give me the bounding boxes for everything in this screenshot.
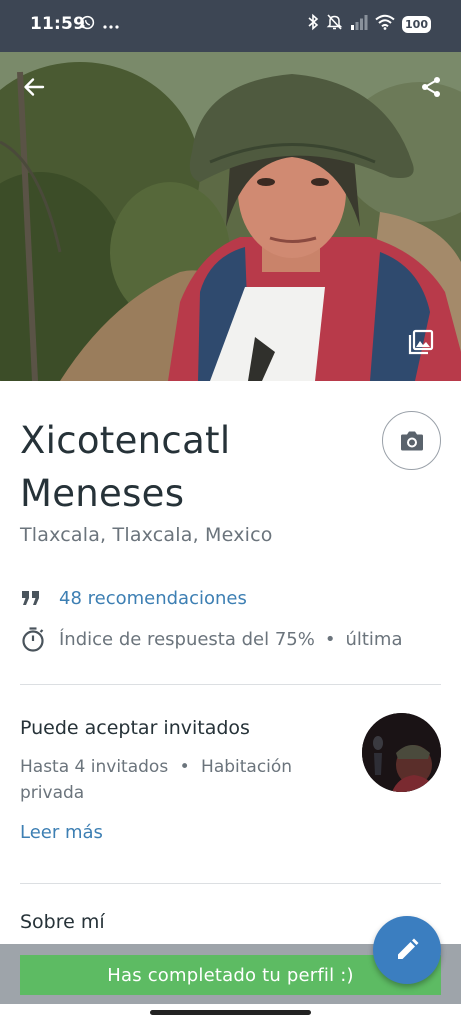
avatar-image bbox=[362, 713, 441, 792]
guests-section-title: Puede aceptar invitados bbox=[20, 717, 250, 739]
status-time: 11:59 bbox=[30, 14, 86, 34]
mute-icon bbox=[326, 13, 343, 35]
signal-icon bbox=[350, 14, 368, 34]
bluetooth-icon bbox=[307, 13, 319, 35]
guests-detail: Hasta 4 invitados • Habitación privada bbox=[20, 754, 340, 806]
profile-cover-photo[interactable] bbox=[0, 52, 461, 381]
photo-gallery-icon bbox=[408, 329, 434, 355]
pencil-icon bbox=[398, 938, 419, 959]
stopwatch-icon bbox=[20, 626, 50, 652]
profile-location: Tlaxcala, Tlaxcala, Mexico bbox=[20, 524, 273, 546]
share-icon bbox=[422, 77, 440, 97]
whatsapp-icon bbox=[80, 15, 95, 34]
recommendations-link[interactable]: 48 recomendaciones bbox=[59, 588, 247, 609]
status-bar: 11:59 100 bbox=[0, 0, 461, 52]
more-dots-icon bbox=[103, 15, 119, 34]
divider bbox=[20, 684, 441, 685]
guests-separator: • bbox=[179, 757, 190, 777]
recommendations-row[interactable]: 48 recomendaciones bbox=[20, 585, 247, 611]
change-photo-button[interactable] bbox=[382, 411, 441, 470]
read-more-link[interactable]: Leer más bbox=[20, 822, 103, 843]
response-separator: • bbox=[324, 628, 336, 650]
photo-gallery-button[interactable] bbox=[403, 324, 439, 360]
quote-icon bbox=[20, 585, 50, 611]
response-rate-text: Índice de respuesta del 75% bbox=[59, 628, 315, 650]
divider bbox=[20, 883, 441, 884]
camera-icon bbox=[400, 431, 423, 450]
back-arrow-icon bbox=[24, 78, 45, 96]
battery-indicator: 100 bbox=[402, 15, 431, 33]
wifi-icon bbox=[375, 14, 395, 34]
share-button[interactable] bbox=[413, 69, 449, 105]
home-indicator[interactable] bbox=[150, 1010, 311, 1015]
response-last-text: última bbox=[345, 628, 403, 650]
back-button[interactable] bbox=[16, 69, 52, 105]
guests-count: Hasta 4 invitados bbox=[20, 757, 169, 777]
about-section-title: Sobre mí bbox=[20, 911, 105, 933]
profile-name: Xicotencatl Meneses bbox=[20, 419, 231, 515]
edit-profile-button[interactable] bbox=[373, 916, 441, 984]
response-rate-row: Índice de respuesta del 75% • última bbox=[20, 626, 403, 652]
cover-photo-image bbox=[0, 52, 461, 381]
avatar[interactable] bbox=[362, 713, 441, 792]
